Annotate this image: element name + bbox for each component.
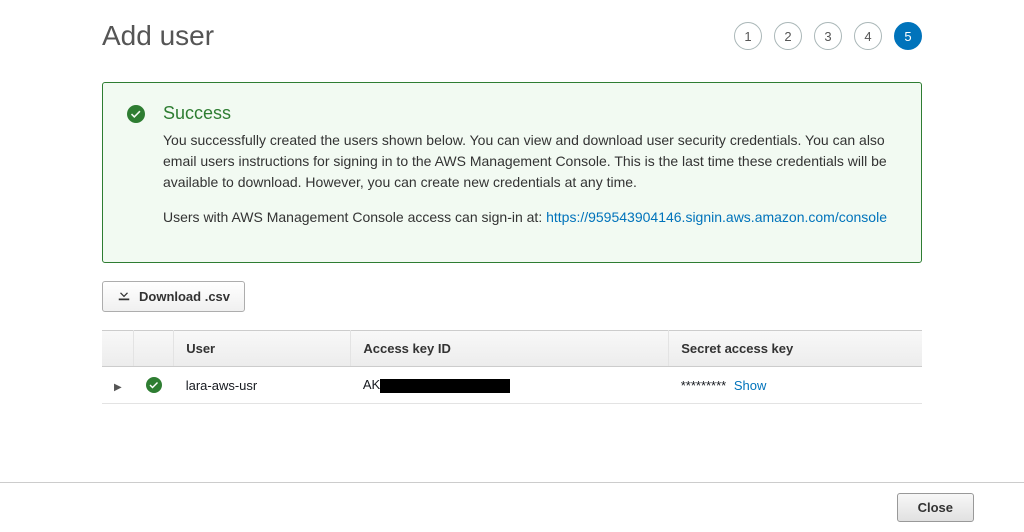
wizard-steps: 1 2 3 4 5	[734, 22, 922, 50]
alert-signin-prefix: Users with AWS Management Console access…	[163, 209, 546, 225]
check-circle-icon	[127, 105, 145, 242]
col-expand	[102, 331, 134, 367]
cell-secret-access-key: ********* Show	[669, 367, 922, 404]
access-key-redacted	[380, 379, 510, 393]
page-title: Add user	[102, 20, 214, 52]
alert-paragraph-1: You successfully created the users shown…	[163, 130, 897, 193]
cell-username: lara-aws-usr	[174, 367, 351, 404]
row-status-icon	[134, 367, 174, 404]
download-icon	[117, 288, 131, 305]
show-secret-link[interactable]: Show	[734, 378, 767, 393]
download-csv-button[interactable]: Download .csv	[102, 281, 245, 312]
signin-url-link[interactable]: https://959543904146.signin.aws.amazon.c…	[546, 209, 887, 225]
step-4[interactable]: 4	[854, 22, 882, 50]
alert-title: Success	[163, 103, 897, 124]
step-2[interactable]: 2	[774, 22, 802, 50]
col-secret-access-key: Secret access key	[669, 331, 922, 367]
cell-access-key-id: AK	[351, 367, 669, 404]
download-csv-label: Download .csv	[139, 289, 230, 304]
success-alert: Success You successfully created the use…	[102, 82, 922, 263]
access-key-prefix: AK	[363, 377, 380, 392]
users-table: User Access key ID Secret access key ▶ l…	[102, 330, 922, 404]
expand-caret-icon[interactable]: ▶	[114, 382, 122, 393]
step-5[interactable]: 5	[894, 22, 922, 50]
close-button[interactable]: Close	[897, 493, 974, 522]
secret-masked: *********	[681, 378, 727, 393]
step-1[interactable]: 1	[734, 22, 762, 50]
step-3[interactable]: 3	[814, 22, 842, 50]
col-status	[134, 331, 174, 367]
table-row: ▶ lara-aws-usr AK ********* Show	[102, 367, 922, 404]
col-user: User	[174, 331, 351, 367]
alert-signin: Users with AWS Management Console access…	[163, 207, 897, 228]
col-access-key-id: Access key ID	[351, 331, 669, 367]
footer-bar: Close	[0, 482, 1024, 532]
